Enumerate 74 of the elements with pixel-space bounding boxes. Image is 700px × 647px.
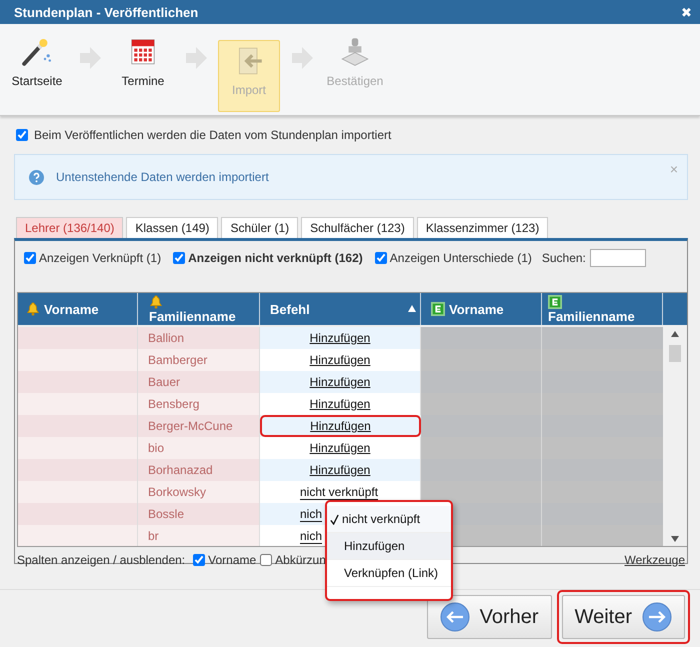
add-link[interactable]: Hinzufügen xyxy=(310,463,370,477)
header-label: Vorname xyxy=(44,302,99,316)
menu-item[interactable]: Verknüpfen (Link) xyxy=(327,560,451,587)
add-link[interactable]: Hinzufügen xyxy=(310,397,370,411)
table-cell: Borhanazad xyxy=(138,459,260,481)
e-logo-icon xyxy=(431,302,445,316)
step-label: Import xyxy=(232,84,266,97)
column-option-label: Vorname xyxy=(208,553,256,567)
table-cell: Berger-McCune xyxy=(138,415,260,437)
search-label: Suchen: xyxy=(542,251,586,265)
tab[interactable]: Klassen (149) xyxy=(126,217,218,238)
filter-label: Anzeigen Verknüpft (1) xyxy=(39,251,162,265)
info-text: Untenstehende Daten werden importiert xyxy=(56,170,269,184)
scroll-down-icon[interactable] xyxy=(671,536,679,542)
header-label: Vorname xyxy=(449,302,504,316)
import-checkbox[interactable]: Beim Veröffentlichen werden die Daten vom Stundenplan importiert xyxy=(16,128,688,142)
column-header[interactable]: Befehl xyxy=(260,293,421,325)
add-link[interactable]: Hinzufügen xyxy=(310,441,370,455)
window-title: Stundenplan - Veröffentlichen xyxy=(14,4,198,20)
add-link[interactable]: Hinzufügen xyxy=(310,353,370,367)
e-logo-icon xyxy=(548,295,562,309)
checkmark-icon xyxy=(330,514,339,524)
header-label: Familienname xyxy=(149,309,236,324)
table-cell: Bossle xyxy=(138,503,260,525)
scroll-up-icon[interactable] xyxy=(671,331,679,337)
table-cell: Bamberger xyxy=(138,349,260,371)
column-option-label: Abkürzun xyxy=(275,553,326,567)
checkbox[interactable] xyxy=(260,554,272,566)
table-cell: bio xyxy=(138,437,260,459)
header-label: Befehl xyxy=(270,302,310,316)
add-link[interactable]: Hinzufügen xyxy=(310,331,370,345)
wizard-step[interactable]: Termine xyxy=(112,30,174,102)
table-cell: Borkowsky xyxy=(138,481,260,503)
checkbox[interactable] xyxy=(193,554,206,566)
tab[interactable]: Lehrer (136/140) xyxy=(16,217,124,238)
column-header[interactable]: Vorname xyxy=(18,293,138,325)
checkbox[interactable] xyxy=(16,129,28,141)
next-button[interactable]: Weiter xyxy=(556,590,690,644)
column-header[interactable]: Familienname xyxy=(138,293,260,325)
step-label: Termine xyxy=(122,74,164,88)
step-label: Bestätigen xyxy=(326,74,384,88)
checkbox[interactable] xyxy=(173,252,186,264)
table-cell: Bauer xyxy=(138,371,260,393)
checkbox[interactable] xyxy=(24,252,36,264)
step-label: Startseite xyxy=(12,74,62,88)
stamp-icon xyxy=(339,35,371,67)
tab[interactable]: Schulfächer (123) xyxy=(301,217,414,238)
table-cell: Ballion xyxy=(138,327,260,349)
close-button[interactable]: ✖ xyxy=(681,4,692,20)
header-label: Familienname xyxy=(548,309,635,324)
tools-link[interactable]: Werkzeuge xyxy=(624,553,685,567)
columns-label: Spalten anzeigen / ausblenden: xyxy=(17,553,186,567)
column-header[interactable]: Familienname xyxy=(542,293,663,325)
search-field[interactable] xyxy=(590,249,646,267)
action-select[interactable]: nich xyxy=(300,530,322,544)
menu-item[interactable]: nicht verknüpft xyxy=(327,506,451,533)
scrollbar-thumb[interactable] xyxy=(669,345,681,362)
tab[interactable]: Schüler (1) xyxy=(221,217,298,238)
checkbox-label: Beim Veröffentlichen werden die Daten vom Stundenplan importiert xyxy=(34,128,392,142)
bell-icon xyxy=(149,295,163,309)
add-link[interactable]: Hinzufügen xyxy=(310,375,370,389)
table-cell: Bensberg xyxy=(138,393,260,415)
action-select[interactable]: nich xyxy=(300,508,322,522)
column-header[interactable]: Vorname xyxy=(421,293,542,325)
menu-item[interactable]: Hinzufügen xyxy=(327,533,451,560)
help-icon xyxy=(29,170,44,184)
bell-icon xyxy=(26,302,40,316)
table-cell: br xyxy=(138,525,260,546)
filter-label: Anzeigen Unterschiede (1) xyxy=(390,251,532,265)
filter-label: Anzeigen nicht verknüpft (162) xyxy=(188,251,363,265)
checkbox[interactable] xyxy=(374,252,387,264)
tab[interactable]: Klassenzimmer (123) xyxy=(416,217,548,238)
wizard-step[interactable]: Startseite xyxy=(6,30,68,102)
add-link[interactable]: Hinzufügen xyxy=(310,419,371,433)
